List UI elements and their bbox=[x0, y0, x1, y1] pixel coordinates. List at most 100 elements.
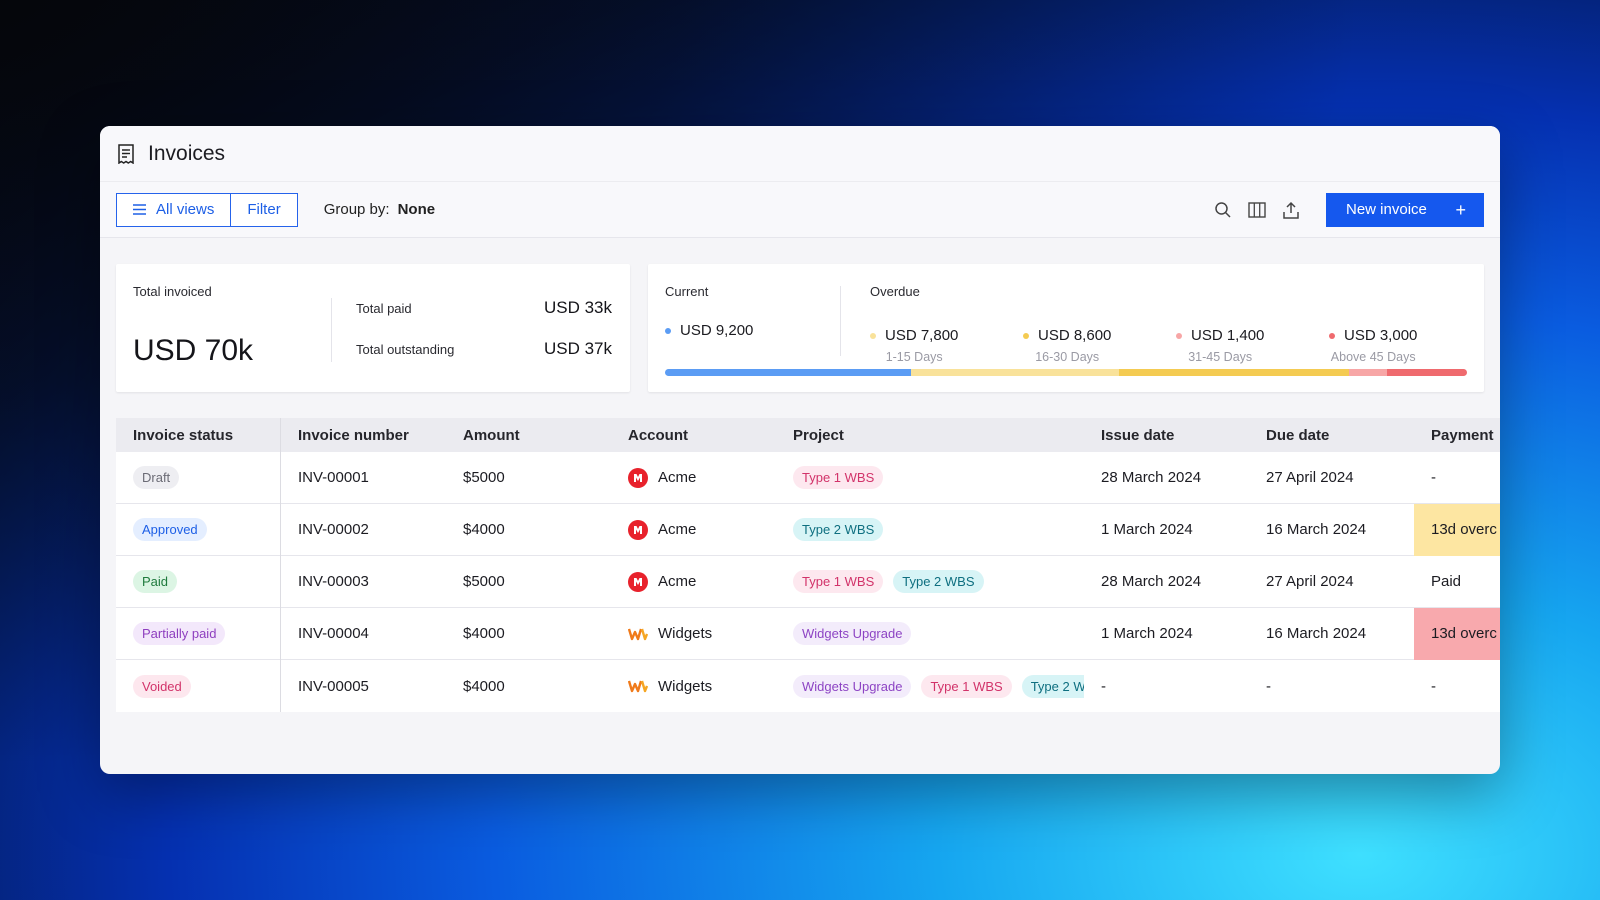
issue-date-cell: - bbox=[1101, 677, 1106, 695]
overdue-amount: USD 7,800 bbox=[870, 327, 958, 344]
account-cell[interactable]: Widgets bbox=[611, 624, 776, 644]
invoices-window: Invoices All views Filter Group by: None … bbox=[100, 126, 1500, 774]
header-issue-date[interactable]: Issue date bbox=[1084, 427, 1249, 444]
aging-card: Current USD 9,200 Overdue USD 7,800 1-15 … bbox=[648, 264, 1484, 392]
account-cell[interactable]: Acme bbox=[611, 467, 776, 488]
account-name: Acme bbox=[658, 573, 697, 590]
group-by-value: None bbox=[397, 201, 436, 218]
account-cell[interactable]: Widgets bbox=[611, 676, 776, 696]
status-cell: Paid bbox=[116, 555, 281, 608]
table-row[interactable]: Partially paid INV-00004 $4000 Widgets Widge… bbox=[116, 607, 1500, 660]
aging-bar-segment bbox=[1119, 369, 1350, 376]
payment-cell: - bbox=[1431, 677, 1436, 695]
current-value: USD 9,200 bbox=[680, 322, 754, 339]
payment-cell: 13d overc bbox=[1414, 503, 1500, 556]
current-amount: USD 9,200 bbox=[665, 322, 753, 339]
acme-logo-icon bbox=[628, 571, 648, 592]
account-name: Widgets bbox=[658, 677, 713, 695]
header-invoice-status[interactable]: Invoice status bbox=[116, 418, 281, 452]
due-date-cell: 16 March 2024 bbox=[1266, 521, 1367, 538]
header-due-date[interactable]: Due date bbox=[1249, 427, 1414, 444]
table-row[interactable]: Approved INV-00002 $4000 Acme Type 2 WBS 1 Ma… bbox=[116, 503, 1500, 556]
toolbar: All views Filter Group by: None New invoi… bbox=[100, 182, 1500, 238]
widgets-logo-icon bbox=[628, 676, 648, 696]
overdue-value: USD 1,400 bbox=[1191, 327, 1265, 344]
columns-icon[interactable] bbox=[1240, 193, 1274, 227]
invoice-number-cell[interactable]: INV-00001 bbox=[281, 469, 446, 486]
header-payment[interactable]: Payment bbox=[1414, 427, 1500, 444]
account-cell[interactable]: Acme bbox=[611, 571, 776, 592]
overdue-amount: USD 8,600 bbox=[1023, 327, 1111, 344]
project-tag[interactable]: Type 1 WBS bbox=[793, 466, 884, 489]
project-tag[interactable]: Type 2 W bbox=[1021, 674, 1084, 698]
aging-bar bbox=[665, 369, 1467, 376]
table-row[interactable]: Draft INV-00001 $5000 Acme Type 1 WBS 28 Marc… bbox=[116, 451, 1500, 504]
divider bbox=[840, 286, 841, 356]
table-footer bbox=[116, 712, 1500, 764]
overdue-range: 16-30 Days bbox=[1035, 350, 1100, 364]
view-filter-group: All views Filter bbox=[116, 192, 298, 227]
project-tag[interactable]: Type 1 WBS bbox=[793, 570, 884, 593]
amount-cell: $4000 bbox=[463, 677, 505, 695]
overdue-amount: USD 3,000 bbox=[1329, 327, 1417, 344]
status-badge: Voided bbox=[133, 674, 191, 698]
group-by-selector[interactable]: Group by: None bbox=[324, 201, 435, 218]
total-paid-label: Total paid bbox=[356, 300, 412, 316]
project-tag[interactable]: Type 1 WBS bbox=[921, 674, 1012, 698]
amount-cell: $4000 bbox=[463, 625, 505, 642]
new-invoice-button[interactable]: New invoice + bbox=[1326, 192, 1484, 227]
invoice-number-cell[interactable]: INV-00003 bbox=[281, 573, 446, 590]
total-outstanding-value: USD 37k bbox=[543, 339, 612, 358]
header-project[interactable]: Project bbox=[776, 427, 1084, 444]
acme-logo-icon bbox=[628, 519, 648, 540]
invoice-number-cell[interactable]: INV-00005 bbox=[281, 678, 446, 695]
issue-date-cell: 1 March 2024 bbox=[1101, 521, 1193, 538]
project-tag[interactable]: Type 2 WBS bbox=[793, 518, 884, 541]
project-tag[interactable]: Widgets Upgrade bbox=[793, 622, 912, 645]
project-cell: Widgets Upgrade bbox=[776, 622, 1084, 645]
project-tag[interactable]: Type 2 WBS bbox=[893, 570, 984, 593]
table-body: Draft INV-00001 $5000 Acme Type 1 WBS 28 Marc… bbox=[116, 451, 1500, 712]
receipt-icon bbox=[116, 143, 136, 164]
invoice-number-cell[interactable]: INV-00004 bbox=[281, 625, 446, 642]
summary-section: Total invoiced USD 70k Total paid USD 33… bbox=[100, 238, 1500, 392]
acme-logo-icon bbox=[628, 467, 648, 488]
overdue-column: USD 1,400 31-45 Days bbox=[1176, 327, 1264, 364]
payment-cell: - bbox=[1431, 469, 1436, 486]
due-date-cell: 16 March 2024 bbox=[1266, 625, 1367, 642]
overdue-column: USD 7,800 1-15 Days bbox=[870, 327, 958, 364]
export-icon[interactable] bbox=[1274, 193, 1308, 227]
total-paid-value: USD 33k bbox=[543, 298, 612, 317]
header-account[interactable]: Account bbox=[611, 427, 776, 444]
divider bbox=[331, 298, 332, 362]
table-row[interactable]: Paid INV-00003 $5000 Acme Type 1 WBS Type 2 W… bbox=[116, 555, 1500, 608]
header-amount[interactable]: Amount bbox=[446, 427, 611, 444]
current-dot-icon bbox=[665, 327, 671, 334]
invoice-number-cell[interactable]: INV-00002 bbox=[281, 521, 446, 538]
amount-cell: $4000 bbox=[463, 521, 505, 538]
project-tag[interactable]: Widgets Upgrade bbox=[793, 674, 912, 698]
overdue-dot-icon bbox=[1329, 332, 1335, 339]
plus-icon: + bbox=[1455, 199, 1466, 220]
overdue-label-wrap: Overdue bbox=[870, 284, 920, 299]
overdue-range: Above 45 Days bbox=[1330, 350, 1416, 364]
all-views-button[interactable]: All views bbox=[117, 193, 231, 226]
table-header: Invoice status Invoice number Amount Acc… bbox=[116, 418, 1500, 452]
aging-bar-segment bbox=[1386, 369, 1467, 376]
header-invoice-number[interactable]: Invoice number bbox=[281, 427, 446, 444]
project-cell: Type 1 WBS bbox=[776, 466, 1084, 489]
table-row[interactable]: Voided INV-00005 $4000 Widgets Widgets Upgra… bbox=[116, 660, 1500, 712]
overdue-dot-icon bbox=[1023, 332, 1029, 339]
status-cell: Approved bbox=[116, 503, 281, 556]
project-cell: Type 2 WBS bbox=[776, 518, 1084, 541]
totals-card: Total invoiced USD 70k Total paid USD 33… bbox=[116, 264, 630, 392]
total-invoiced-label: Total invoiced bbox=[133, 284, 212, 299]
account-cell[interactable]: Acme bbox=[611, 519, 776, 540]
search-icon[interactable] bbox=[1206, 193, 1240, 227]
status-badge: Paid bbox=[133, 570, 178, 593]
filter-button[interactable]: Filter bbox=[230, 193, 297, 226]
issue-date-cell: 28 March 2024 bbox=[1101, 573, 1202, 590]
overdue-column: USD 3,000 Above 45 Days bbox=[1329, 327, 1417, 364]
project-cell: Widgets Upgrade Type 1 WBS Type 2 W bbox=[776, 674, 1084, 698]
page-title: Invoices bbox=[148, 141, 226, 165]
